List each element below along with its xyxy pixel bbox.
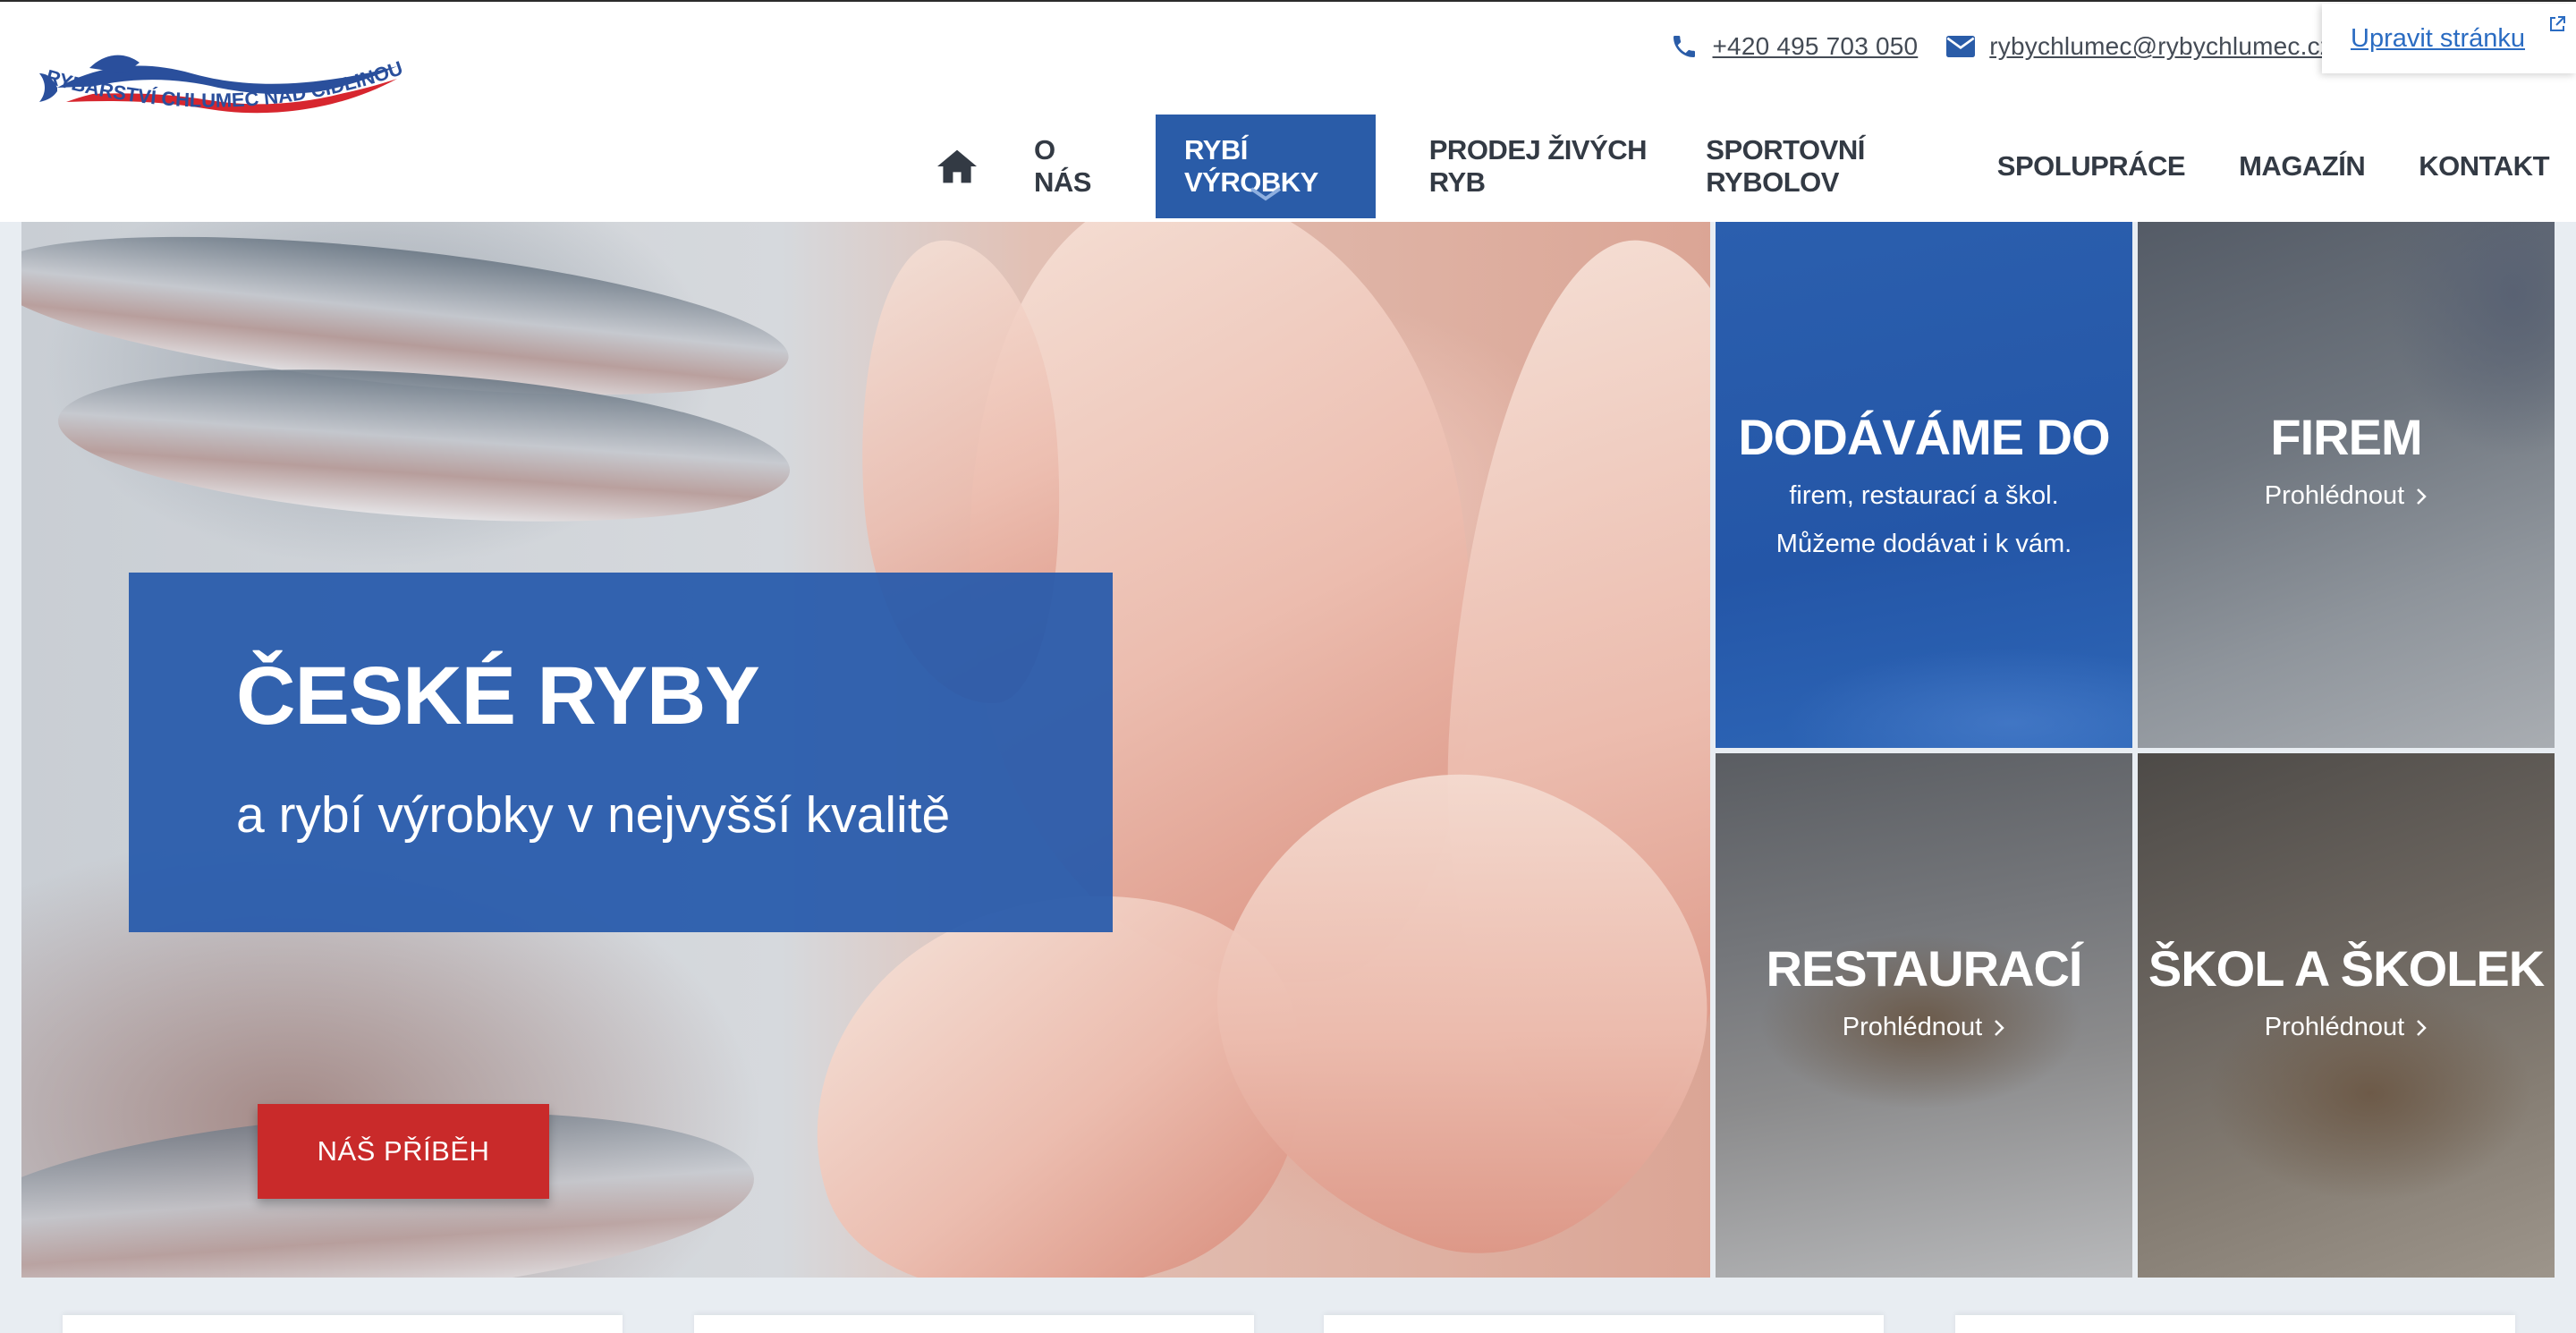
tile-skol-link: Prohlédnout [2138,1013,2555,1042]
hero-card [129,573,1113,932]
content-card [694,1315,1254,1333]
chevron-right-icon [2417,488,2427,505]
contact-email: rybychlumec@rybychlumec.cz [1946,32,2333,61]
content-card [63,1315,623,1333]
tile-firem-title: FIREM [2270,409,2422,465]
nav-sportovni-rybolov[interactable]: SPORTOVNÍ RYBOLOV [1679,115,1970,218]
tile-restauraci-title: RESTAURACÍ [1766,940,2083,997]
phone-link[interactable]: +420 495 703 050 [1713,32,1919,61]
logo-text-arc: RYBÁŘSTVÍ CHLUMEC NAD CIDLINOU, a.s. [39,47,405,112]
tile-skol-link-label: Prohlédnout [2264,1013,2405,1041]
email-link[interactable]: rybychlumec@rybychlumec.cz [1989,32,2333,61]
chevron-down-icon [1250,187,1282,201]
tile-firem-link-label: Prohlédnout [2264,481,2405,510]
nav-magazin[interactable]: MAGAZÍN [2212,115,2392,218]
logo-text: RYBÁŘSTVÍ CHLUMEC NAD CIDLINOU, a.s. [39,47,405,112]
main-nav: O NÁS RYBÍ VÝROBKY PRODEJ ŽIVÝCH RYB SPO… [927,115,2576,218]
nav-rybi-vyrobky[interactable]: RYBÍ VÝROBKY [1156,115,1376,218]
contact-phone: +420 495 703 050 [1670,32,1919,61]
hero-section: ČESKÉ RYBY a rybí výrobky v nejvyšší kva… [21,222,1710,1278]
hero-subtitle: a rybí výrobky v nejvyšší kvalitě [236,786,951,844]
tile-intro-title: DODÁVÁME DO [1738,409,2110,465]
chevron-right-icon [1995,1019,2004,1036]
content-card [1324,1315,1884,1333]
chevron-right-icon [2417,1019,2427,1036]
edit-page-box: Upravit stránku [2322,4,2576,73]
tile-intro: DODÁVÁME DO firem, restaurací a škol. Mů… [1716,222,2132,748]
our-story-button[interactable]: NÁŠ PŘÍBĚH [258,1104,549,1199]
hero-title: ČESKÉ RYBY [236,650,760,742]
tile-restauraci-link-label: Prohlédnout [1842,1013,1983,1041]
tile-skol[interactable]: ŠKOL A ŠKOLEK Prohlédnout [2138,753,2555,1278]
tile-skol-title: ŠKOL A ŠKOLEK [2148,940,2545,997]
site-logo[interactable]: RYBÁŘSTVÍ CHLUMEC NAD CIDLINOU, a.s. [39,47,415,181]
nav-home[interactable] [927,115,1007,218]
page: RYBÁŘSTVÍ CHLUMEC NAD CIDLINOU, a.s. +42… [0,0,2576,1333]
home-icon [937,149,977,183]
tile-firem-link: Prohlédnout [2138,481,2555,511]
contact-bar: +420 495 703 050 rybychlumec@rybychlumec… [1641,27,2334,66]
tile-firem[interactable]: FIREM Prohlédnout [2138,222,2555,748]
external-link-icon [2550,16,2565,31]
tile-restauraci[interactable]: RESTAURACÍ Prohlédnout [1716,753,2132,1278]
site-header: RYBÁŘSTVÍ CHLUMEC NAD CIDLINOU, a.s. +42… [0,0,2576,222]
nav-spoluprace[interactable]: SPOLUPRÁCE [1970,115,2212,218]
edit-page-link[interactable]: Upravit stránku [2351,24,2525,54]
nav-kontakt[interactable]: KONTAKT [2392,115,2576,218]
svg-text:RYBÁŘSTVÍ CHLUMEC NAD CIDLINOU: RYBÁŘSTVÍ CHLUMEC NAD CIDLINOU, a.s. [39,47,405,112]
nav-prodej-zivych-ryb[interactable]: PRODEJ ŽIVÝCH RYB [1402,115,1680,218]
content-card [1955,1315,2515,1333]
tile-intro-line1: firem, restaurací a škol. [1789,481,2059,510]
tile-restauraci-link: Prohlédnout [1716,1013,2132,1042]
nav-o-nas[interactable]: O NÁS [1007,115,1129,218]
mail-icon [1946,36,1976,57]
phone-icon [1673,36,1695,57]
tile-intro-line2: Můžeme dodávat i k vám. [1775,530,2072,558]
